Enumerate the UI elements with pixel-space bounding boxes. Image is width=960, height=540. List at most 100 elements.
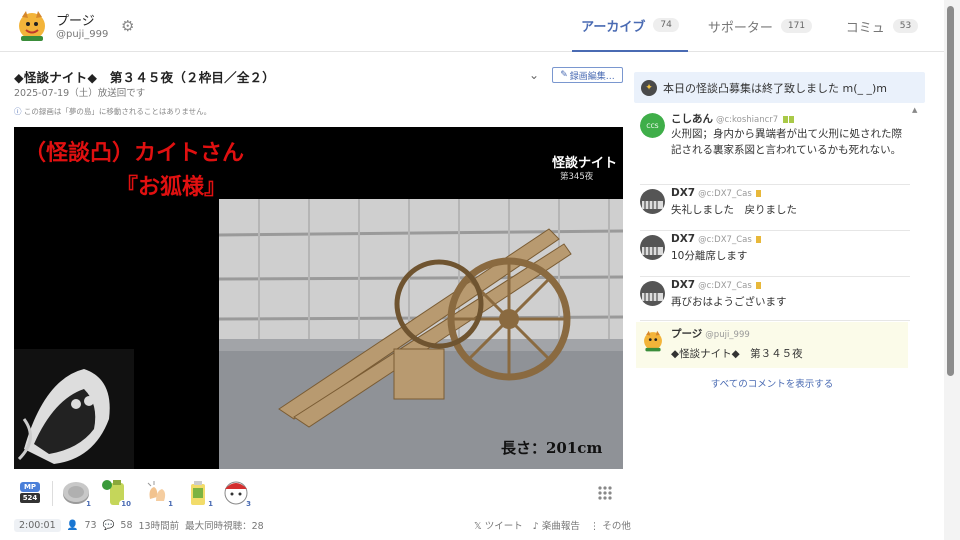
supporter-tag-icon <box>756 235 762 243</box>
comment-text: 失礼しました 戻りました <box>671 204 797 216</box>
video-length-caption: 長さ：201cm <box>501 439 603 457</box>
broadcast-stats: 2:00:01 👤 73 💬 58 13時間前 最大同時視聴：28 <box>14 518 264 532</box>
gift-count: 1 <box>206 500 215 508</box>
supporter-tag-icon <box>782 115 788 123</box>
comment-text: 再びおはようございます <box>671 296 787 308</box>
edit-recording-button[interactable]: ✎ 録画編集… <box>552 67 623 83</box>
gift-clapping-hands[interactable]: 1 <box>144 479 175 508</box>
other-label: その他 <box>602 521 631 532</box>
tab-community[interactable]: コミュ 53 <box>832 0 932 52</box>
cart-photo <box>218 199 623 469</box>
tab-archive[interactable]: アーカイブ 74 <box>572 0 688 52</box>
comment-item: DX7 @c:DX7_Cas 失礼しました 戻りました <box>640 187 910 231</box>
show-all-comments-link[interactable]: すべてのコメントを表示する <box>636 376 908 390</box>
commenter-display-name: こしあん <box>671 113 713 125</box>
viewer-icon: 👤 <box>66 519 79 531</box>
x-logo-icon: 𝕏 <box>474 521 482 532</box>
commenter-avatar[interactable]: CCS <box>640 113 665 138</box>
supporter-tag-icon <box>788 115 794 123</box>
tab-label: アーカイブ <box>581 19 646 35</box>
header: プージ @puji_999 ⚙ アーカイブ 74 サポーター 171 コミュ 5… <box>0 0 944 52</box>
megaphone-icon: ✦ <box>641 79 657 96</box>
commenter-display-name: DX7 <box>671 279 696 291</box>
scrollbar-thumb[interactable] <box>947 6 954 376</box>
commenter-name[interactable]: こしあん @c:koshiancr7 <box>671 111 794 126</box>
gift-count: 1 <box>166 500 175 508</box>
archive-notice-text: この録画は「夢の島」に移動されることはありません。 <box>23 107 212 116</box>
host-avatar[interactable] <box>642 329 664 353</box>
mp-badge[interactable]: MP 524 <box>20 482 42 504</box>
duration: 2:00:01 <box>14 518 61 532</box>
user-name[interactable]: プージ <box>56 10 95 29</box>
mp-count: 524 <box>20 493 40 503</box>
archive-notice: ⓘ この録画は「夢の島」に移動されることはありません。 <box>14 106 211 117</box>
commenter-handle: @c:DX7_Cas <box>698 189 752 199</box>
comment-item: DX7 @c:DX7_Cas 10分離席します <box>640 233 910 277</box>
comment-item: DX7 @c:DX7_Cas 再びおはようございます <box>640 279 910 321</box>
video-title-line2: 『お狐様』 <box>116 174 227 200</box>
commenter-handle: @c:DX7_Cas <box>698 235 752 245</box>
announcement-banner: ✦ 本日の怪談凸募集は終了致しました m(_ _)m <box>634 72 925 103</box>
broadcast-title: ◆怪談ナイト◆ 第３４５夜（２枠目／全２） <box>14 70 275 85</box>
host-name[interactable]: プージ @puji_999 <box>671 326 750 341</box>
user-avatar[interactable] <box>16 9 48 43</box>
info-icon: ⓘ <box>14 107 22 116</box>
gift-beckoning-cat[interactable]: 3 <box>222 479 253 508</box>
tweet-label: ツイート <box>484 521 523 532</box>
broadcast-date: 2025-07-19（土）放送回です <box>14 88 146 99</box>
tab-label: サポーター <box>707 20 773 36</box>
tab-count-badge: 53 <box>892 19 919 33</box>
video-player[interactable]: （怪談凸）カイトさん 『お狐様』 怪談ナイト 第345夜 長さ：201cm <box>14 127 623 469</box>
comment-text: 10分離席します <box>671 250 748 262</box>
max-viewers: 最大同時視聴：28 <box>185 521 264 532</box>
host-comment: プージ @puji_999 ◆怪談ナイト◆ 第３４５夜 <box>636 322 908 368</box>
tab-count-badge: 171 <box>780 19 813 33</box>
commenter-name[interactable]: DX7 @c:DX7_Cas <box>671 233 762 245</box>
host-handle: @puji_999 <box>705 330 750 340</box>
comment-text: 火刑図；身内から異端者が出て火刑に処された際記される裏家系図と言われているかも死… <box>671 128 902 156</box>
gift-count: 3 <box>244 500 253 508</box>
host-display-name: プージ <box>671 328 703 340</box>
host-comment-text: ◆怪談ナイト◆ 第３４５夜 <box>671 348 803 360</box>
view-count: 73 <box>84 519 97 531</box>
svg-text:CCS: CCS <box>646 123 658 130</box>
tab-supporter[interactable]: サポーター 171 <box>700 0 820 52</box>
action-bar: 𝕏 ツイート ♪ 楽曲報告 ⋮ その他 <box>474 518 631 532</box>
tab-label: コミュ <box>845 20 885 36</box>
video-title-line1: （怪談凸）カイトさん <box>24 140 245 166</box>
gift-coin[interactable]: 1 <box>62 479 93 508</box>
grid-menu-icon[interactable] <box>597 485 613 501</box>
page: プージ @puji_999 ⚙ アーカイブ 74 サポーター 171 コミュ 5… <box>0 0 960 540</box>
tab-count-badge: 74 <box>653 18 679 32</box>
chevron-down-icon[interactable]: ⌄ <box>529 68 539 82</box>
gift-green-bottle[interactable]: 10 <box>102 479 133 508</box>
pencil-icon: ✎ <box>560 70 568 80</box>
gear-icon[interactable]: ⚙ <box>121 18 137 34</box>
mp-label: MP <box>20 482 40 492</box>
commenter-avatar[interactable] <box>640 235 665 260</box>
other-menu-button[interactable]: ⋮ その他 <box>590 518 631 532</box>
scroll-up-icon[interactable]: ▲ <box>912 106 917 114</box>
music-report-label: 楽曲報告 <box>541 521 580 532</box>
commenter-avatar[interactable] <box>640 281 665 306</box>
divider <box>52 481 53 506</box>
commenter-name[interactable]: DX7 @c:DX7_Cas <box>671 187 762 199</box>
gift-yellow-drink[interactable]: 1 <box>184 479 215 508</box>
video-logo: 怪談ナイト <box>552 156 618 171</box>
video-logo-sub: 第345夜 <box>560 172 594 182</box>
time-ago: 13時間前 <box>138 521 180 532</box>
fox-artwork <box>14 349 134 469</box>
commenter-name[interactable]: DX7 @c:DX7_Cas <box>671 279 762 291</box>
music-report-button[interactable]: ♪ 楽曲報告 <box>533 518 580 532</box>
music-note-icon: ♪ <box>532 521 539 532</box>
supporter-tag-icon <box>756 189 762 197</box>
gift-count: 1 <box>84 500 93 508</box>
comment-icon: 💬 <box>102 519 115 531</box>
user-handle: @puji_999 <box>56 29 109 40</box>
edit-recording-label: 録画編集… <box>569 71 615 82</box>
tweet-button[interactable]: 𝕏 ツイート <box>474 518 523 532</box>
gift-count: 10 <box>119 500 133 508</box>
kebab-icon: ⋮ <box>589 521 600 532</box>
commenter-avatar[interactable] <box>640 189 665 214</box>
commenter-display-name: DX7 <box>671 233 696 245</box>
